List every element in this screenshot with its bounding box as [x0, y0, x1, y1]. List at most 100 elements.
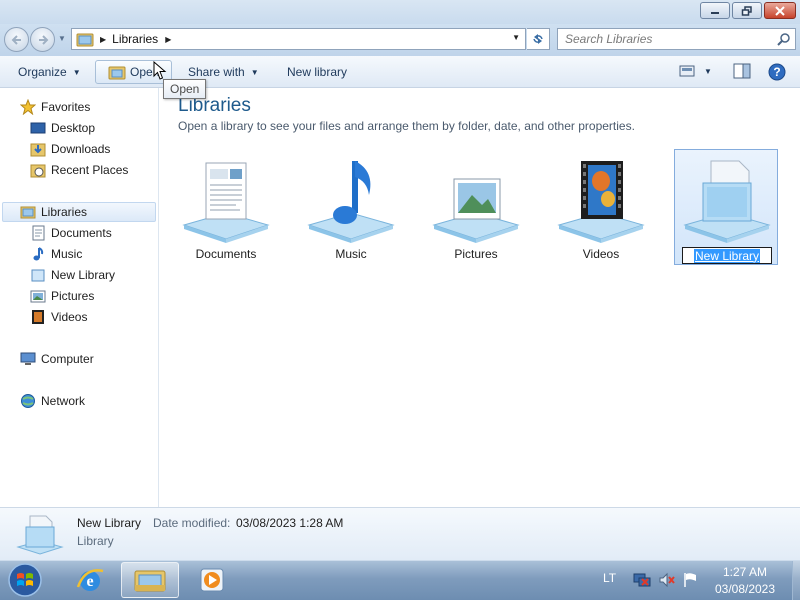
- nav-favorites[interactable]: Favorites: [20, 97, 90, 117]
- address-row: ▼ ▶ Libraries ▶ ▼: [0, 24, 800, 56]
- back-arrow-icon: [11, 34, 21, 45]
- action-center-flag-icon[interactable]: [682, 572, 698, 588]
- nav-network-label: Network: [41, 394, 86, 408]
- clock-date[interactable]: 03/08/2023: [700, 582, 790, 596]
- nav-videos[interactable]: Videos: [30, 307, 87, 327]
- refresh-button[interactable]: [527, 28, 550, 50]
- details-modified-value: 03/08/2023 1:28 AM: [236, 516, 344, 530]
- nav-recent-places[interactable]: Recent Places: [30, 160, 128, 180]
- language-indicator[interactable]: LT: [603, 571, 616, 585]
- nav-documents-label: Documents: [51, 226, 112, 240]
- start-button[interactable]: [6, 562, 44, 598]
- minimize-icon: [711, 11, 719, 14]
- nav-videos-label: Videos: [51, 310, 88, 324]
- library-documents[interactable]: Documents: [174, 150, 278, 264]
- close-button[interactable]: [764, 2, 796, 19]
- rename-field[interactable]: New Library: [682, 247, 772, 264]
- library-videos[interactable]: Videos: [549, 150, 653, 264]
- breadcrumb-chevron[interactable]: ▶: [165, 35, 171, 44]
- nav-downloads-label: Downloads: [51, 142, 111, 156]
- taskbar: [0, 560, 800, 600]
- media-player-icon: [200, 568, 224, 592]
- restore-button[interactable]: [732, 2, 762, 19]
- libraries-icon: [20, 206, 36, 219]
- title-bar: [0, 0, 800, 24]
- open-folder-icon: [108, 66, 126, 79]
- share-with-label: Share with: [188, 65, 245, 79]
- new-library-small-icon: [31, 269, 45, 282]
- clock-time[interactable]: 1:27 AM: [700, 565, 790, 579]
- documents-icon: [32, 225, 45, 241]
- nav-computer[interactable]: Computer: [20, 349, 94, 369]
- navigation-pane: Favorites Desktop Downloads Recent Place…: [0, 88, 159, 507]
- restore-icon: [741, 5, 752, 16]
- back-button[interactable]: [4, 27, 29, 52]
- nav-downloads[interactable]: Downloads: [30, 139, 110, 159]
- nav-desktop[interactable]: Desktop: [30, 118, 95, 138]
- new-library-button[interactable]: New library: [287, 60, 347, 84]
- library-name: Videos: [582, 247, 620, 261]
- page-subtitle: Open a library to see your files and arr…: [178, 119, 635, 133]
- taskbar-windows-explorer[interactable]: [121, 562, 179, 598]
- open-tooltip: Open: [163, 79, 207, 99]
- forward-button[interactable]: [30, 27, 55, 52]
- new-library-label: New library: [287, 65, 348, 79]
- recent-places-icon: [30, 164, 46, 178]
- details-pane: New Library Date modified: 03/08/2023 1:…: [0, 507, 800, 560]
- library-pictures[interactable]: Pictures: [424, 150, 528, 264]
- volume-muted-icon[interactable]: [658, 572, 676, 588]
- videos-library-icon: [557, 161, 645, 243]
- library-name: Documents: [195, 247, 257, 261]
- music-note-icon: [33, 247, 44, 261]
- taskbar-media-player[interactable]: [183, 562, 241, 598]
- computer-icon: [20, 352, 36, 365]
- help-icon[interactable]: ?: [768, 63, 786, 81]
- library-name: Music: [335, 247, 367, 261]
- close-icon: [775, 5, 785, 16]
- organize-button[interactable]: Organize ▼: [18, 60, 81, 84]
- breadcrumb-separator[interactable]: ▶: [100, 35, 106, 44]
- mouse-cursor-icon: [153, 61, 167, 80]
- refresh-icon: [533, 34, 543, 44]
- network-status-icon[interactable]: [633, 572, 651, 588]
- change-view-icon[interactable]: [679, 64, 695, 78]
- address-bar[interactable]: ▶ Libraries ▶ ▼: [71, 28, 526, 50]
- search-input[interactable]: [565, 29, 765, 49]
- organize-label: Organize: [18, 65, 67, 79]
- desktop-icon: [30, 122, 46, 134]
- details-type: Library: [77, 534, 114, 548]
- minimize-button[interactable]: [700, 2, 730, 19]
- nav-computer-label: Computer: [41, 352, 94, 366]
- library-music[interactable]: Music: [299, 150, 403, 264]
- show-desktop-button[interactable]: [792, 561, 800, 600]
- library-new-library[interactable]: New Library: [674, 149, 778, 265]
- music-library-icon: [307, 161, 395, 243]
- svg-text:?: ?: [773, 65, 780, 79]
- recent-pages-dropdown[interactable]: ▼: [58, 34, 66, 43]
- view-options-dropdown[interactable]: ▼: [704, 67, 712, 76]
- new-library-icon: [683, 160, 771, 243]
- library-name: Pictures: [454, 247, 498, 261]
- chevron-down-icon: ▼: [72, 67, 81, 77]
- nav-music[interactable]: Music: [30, 244, 82, 264]
- content-pane: Libraries Open a library to see your fil…: [160, 88, 800, 507]
- nav-network[interactable]: Network: [20, 391, 85, 411]
- search-box[interactable]: [557, 28, 796, 50]
- nav-documents[interactable]: Documents: [30, 223, 112, 243]
- rename-selected-text[interactable]: New Library: [693, 248, 761, 263]
- address-dropdown[interactable]: ▼: [512, 33, 520, 42]
- pictures-library-icon: [432, 178, 520, 243]
- preview-pane-icon[interactable]: [733, 63, 751, 79]
- nav-new-library[interactable]: New Library: [30, 265, 115, 285]
- nav-pictures-label: Pictures: [51, 289, 95, 303]
- taskbar-internet-explorer[interactable]: e: [61, 562, 119, 598]
- nav-pictures[interactable]: Pictures: [30, 286, 94, 306]
- videos-icon: [32, 310, 44, 324]
- documents-library-icon: [182, 162, 270, 243]
- forward-arrow-icon: [38, 34, 48, 45]
- search-icon[interactable]: [777, 32, 791, 46]
- nav-libraries[interactable]: Libraries: [2, 202, 156, 222]
- breadcrumb-libraries[interactable]: Libraries: [112, 32, 158, 46]
- libraries-folder-icon: [76, 33, 94, 47]
- windows-explorer-icon: [134, 570, 166, 592]
